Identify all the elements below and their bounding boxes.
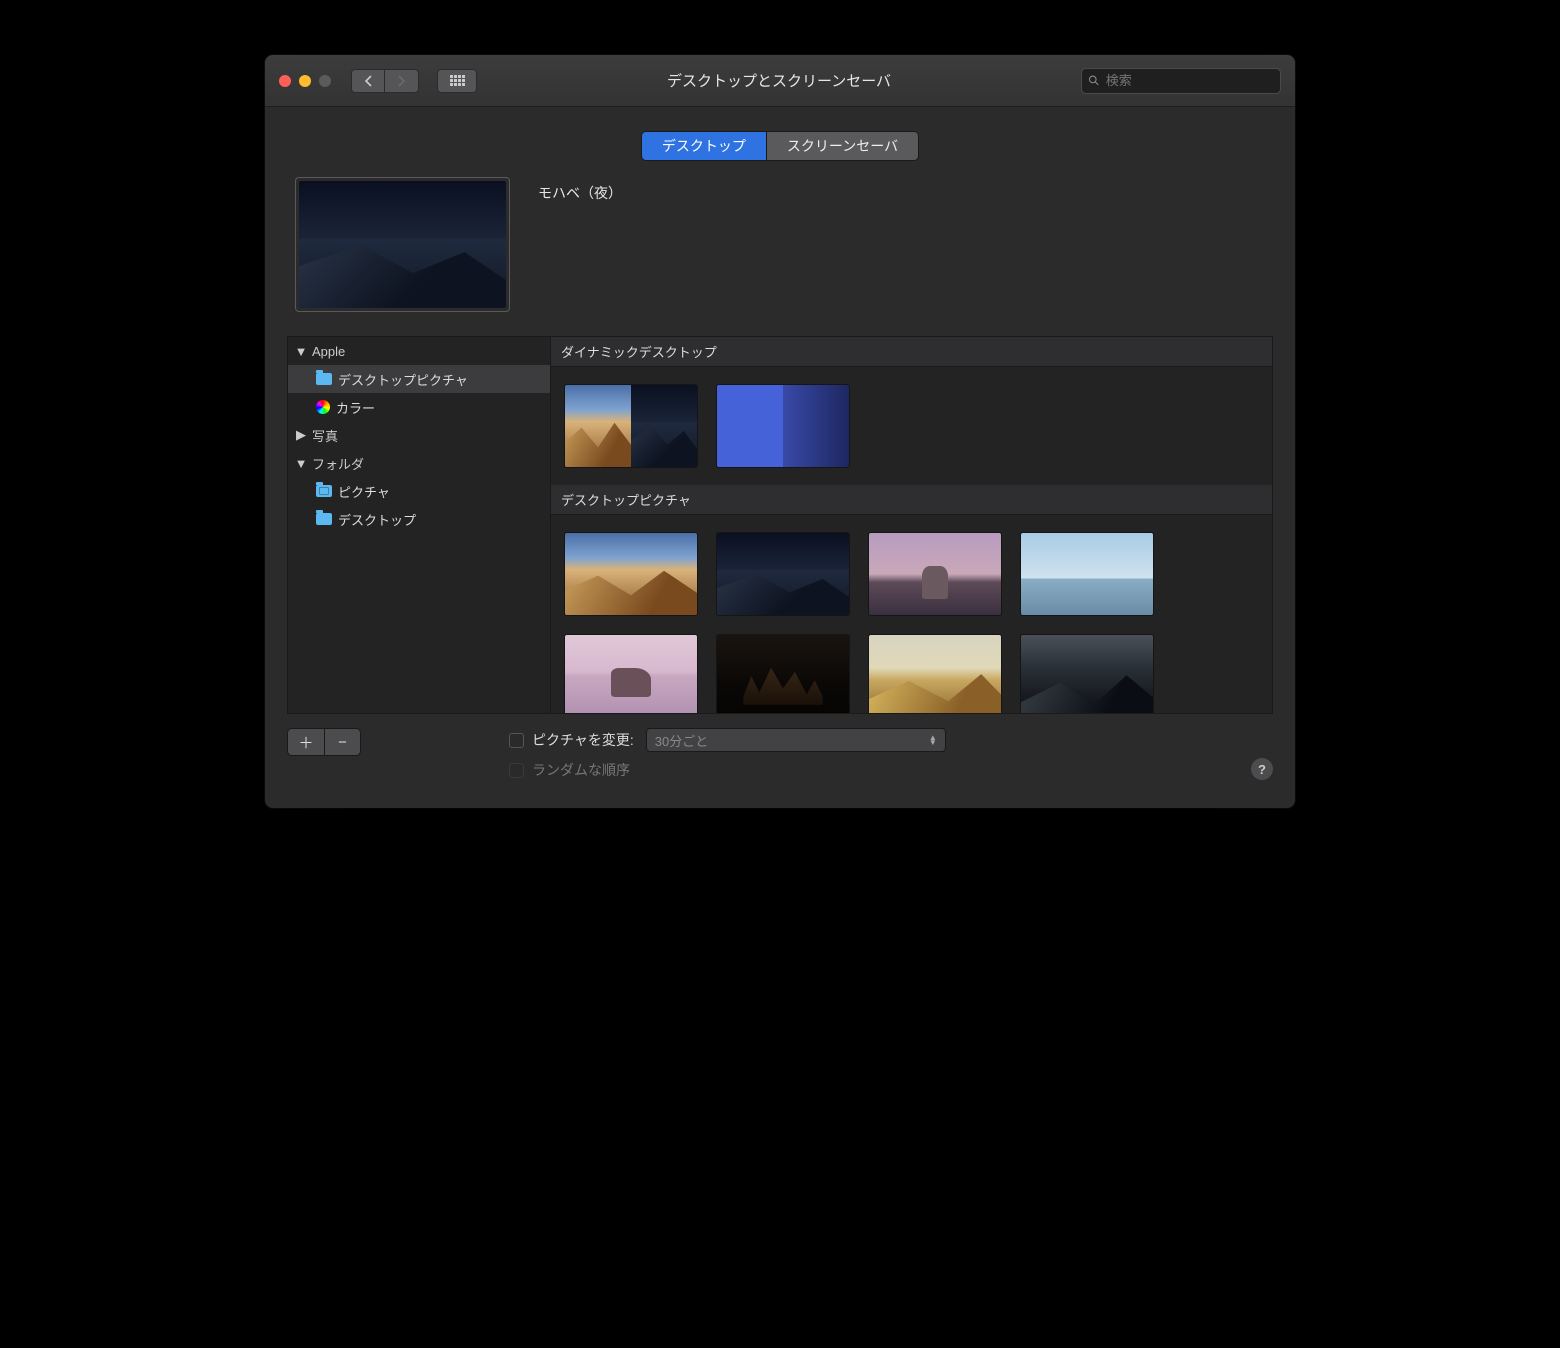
remove-folder-button[interactable]: − — [324, 729, 360, 755]
color-wheel-icon — [316, 400, 330, 414]
sidebar-group-folders[interactable]: ▼ フォルダ — [288, 449, 550, 477]
current-wallpaper-name: モハベ（夜） — [538, 177, 622, 203]
wallpaper-thumb[interactable] — [717, 635, 849, 713]
sidebar-label: デスクトップ — [338, 510, 416, 529]
desktop-picture-thumbs — [551, 515, 1272, 713]
disclosure-triangle-icon: ▼ — [296, 456, 306, 471]
random-order-label: ランダムな順序 — [532, 760, 630, 780]
tab-desktop[interactable]: デスクトップ — [642, 132, 766, 160]
window-title: デスクトップとスクリーンセーバ — [487, 70, 1071, 91]
sidebar-label: カラー — [336, 398, 375, 417]
stepper-arrows-icon: ▲▼ — [929, 735, 937, 745]
help-button[interactable]: ? — [1251, 758, 1273, 780]
tab-row: デスクトップ スクリーンセーバ — [265, 107, 1295, 177]
folder-icon — [316, 485, 332, 497]
close-window-button[interactable] — [279, 75, 291, 87]
minimize-window-button[interactable] — [299, 75, 311, 87]
sidebar-label: Apple — [312, 344, 345, 359]
disclosure-triangle-icon: ▼ — [296, 344, 306, 359]
preview-row: モハベ（夜） — [265, 177, 1295, 336]
change-interval-select[interactable]: 30分ごと ▲▼ — [646, 728, 946, 752]
sidebar-item-desktop-pictures[interactable]: デスクトップピクチャ — [288, 365, 550, 393]
forward-button[interactable] — [385, 69, 419, 93]
dynamic-thumbs — [551, 367, 1272, 485]
random-order-row: ランダムな順序 — [509, 760, 946, 780]
wallpaper-thumb[interactable] — [869, 635, 1001, 713]
change-interval-value: 30分ごと — [655, 731, 708, 750]
wallpaper-thumb[interactable] — [565, 533, 697, 615]
search-icon — [1088, 74, 1100, 87]
footer-row: ＋ − ピクチャを変更: 30分ごと ▲▼ ランダムな順序 ? — [265, 720, 1295, 808]
sidebar-label: 写真 — [312, 426, 338, 445]
wallpaper-thumb[interactable] — [717, 533, 849, 615]
source-sidebar: ▼ Apple デスクトップピクチャ カラー ▶ 写真 ▼ フォルダ ピクチャ — [288, 337, 551, 713]
wallpaper-thumb[interactable] — [717, 385, 849, 467]
current-wallpaper-preview — [295, 177, 510, 312]
wallpaper-preview-image — [299, 181, 506, 308]
sidebar-group-apple[interactable]: ▼ Apple — [288, 337, 550, 365]
nav-buttons — [351, 69, 419, 93]
sidebar-group-photos[interactable]: ▶ 写真 — [288, 421, 550, 449]
sidebar-item-desktop-folder[interactable]: デスクトップ — [288, 505, 550, 533]
random-order-checkbox — [509, 763, 524, 778]
wallpaper-thumb[interactable] — [1021, 635, 1153, 713]
window-controls — [279, 75, 331, 87]
back-button[interactable] — [351, 69, 385, 93]
wallpaper-thumb[interactable] — [1021, 533, 1153, 615]
wallpaper-thumb[interactable] — [869, 533, 1001, 615]
wallpaper-gallery[interactable]: ダイナミックデスクトップ デスクトップピクチャ — [551, 337, 1272, 713]
search-field[interactable] — [1081, 68, 1281, 94]
sidebar-label: デスクトップピクチャ — [338, 370, 468, 389]
section-header-dynamic: ダイナミックデスクトップ — [551, 337, 1272, 367]
sidebar-item-colors[interactable]: カラー — [288, 393, 550, 421]
section-header-desktop-pictures: デスクトップピクチャ — [551, 485, 1272, 515]
sidebar-label: フォルダ — [312, 454, 364, 473]
sidebar-item-pictures-folder[interactable]: ピクチャ — [288, 477, 550, 505]
change-picture-checkbox[interactable] — [509, 733, 524, 748]
add-remove-buttons: ＋ − — [287, 728, 361, 756]
grid-icon — [450, 75, 465, 86]
wallpaper-thumb[interactable] — [565, 635, 697, 713]
show-all-button[interactable] — [437, 69, 477, 93]
folder-icon — [316, 513, 332, 525]
wallpaper-thumb[interactable] — [565, 385, 697, 467]
change-picture-row: ピクチャを変更: — [509, 730, 634, 750]
tab-screensaver[interactable]: スクリーンセーバ — [766, 132, 918, 160]
titlebar: デスクトップとスクリーンセーバ — [265, 55, 1295, 107]
preferences-window: デスクトップとスクリーンセーバ デスクトップ スクリーンセーバ モハベ（夜） ▼… — [265, 55, 1295, 808]
change-picture-label: ピクチャを変更: — [532, 730, 634, 750]
folder-icon — [316, 373, 332, 385]
zoom-window-button[interactable] — [319, 75, 331, 87]
disclosure-triangle-icon: ▶ — [296, 427, 306, 443]
add-folder-button[interactable]: ＋ — [288, 729, 324, 755]
sidebar-label: ピクチャ — [338, 482, 390, 501]
body-split: ▼ Apple デスクトップピクチャ カラー ▶ 写真 ▼ フォルダ ピクチャ — [287, 336, 1273, 714]
search-input[interactable] — [1106, 73, 1274, 88]
